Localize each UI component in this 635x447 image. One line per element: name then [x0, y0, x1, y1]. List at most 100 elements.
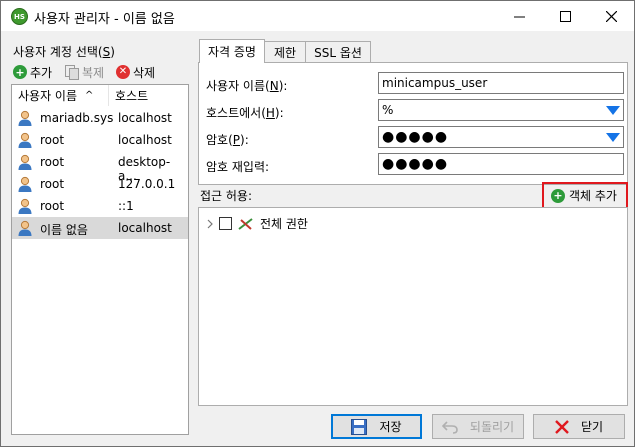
title-bar: HS 사용자 관리자 - 이름 없음	[1, 1, 634, 31]
host-dropdown[interactable]: %	[378, 99, 624, 121]
confirm-password-label: 암호 재입력:	[206, 160, 270, 174]
add-user-button[interactable]: + 추가	[13, 63, 52, 81]
save-button[interactable]: 저장	[331, 414, 422, 439]
minimize-icon	[513, 16, 525, 17]
user-manager-window: HS 사용자 관리자 - 이름 없음 사용자 계정 선택(S) + 추가 복제 …	[0, 0, 635, 447]
password-label-text: 암호(	[206, 133, 233, 147]
user-row[interactable]: mariadb.sys localhost	[12, 107, 188, 129]
password-label-close: ):	[240, 133, 249, 147]
user-list[interactable]: 사용자 이름 ^ 호스트 mariadb.sys localhost root …	[11, 84, 189, 435]
privileges-tree[interactable]: 전체 권한	[198, 207, 628, 406]
expand-chevron-icon[interactable]	[206, 219, 214, 229]
user-row-host: 127.0.0.1	[118, 177, 176, 191]
host-label: 호스트에서(H):	[206, 104, 284, 121]
revert-button[interactable]: 되돌리기	[432, 414, 524, 439]
user-row[interactable]: root 127.0.0.1	[12, 173, 188, 195]
user-row-name: mariadb.sys	[40, 111, 114, 125]
add-icon: +	[551, 188, 565, 203]
copy-user-button[interactable]: 복제	[65, 63, 104, 81]
maximize-icon	[559, 10, 571, 22]
privilege-icon	[238, 217, 253, 230]
user-row-host: localhost	[118, 111, 172, 125]
all-privileges-label: 전체 권한	[260, 217, 308, 231]
app-icon-text: HS	[14, 12, 25, 21]
delete-icon: ✕	[116, 65, 130, 79]
select-user-account-label: 사용자 계정 선택(S)	[13, 43, 115, 60]
user-row-name: 이름 없음	[40, 223, 88, 237]
user-row-host: ::1	[118, 199, 134, 213]
tab-limits-label: 제한	[273, 46, 297, 60]
user-row-selected[interactable]: 이름 없음 localhost	[12, 217, 188, 239]
access-allowed-label: 접근 허용:	[200, 189, 253, 203]
column-header-username[interactable]: 사용자 이름 ^	[12, 85, 109, 106]
close-label: 닫기	[580, 420, 604, 434]
add-icon: +	[13, 65, 27, 79]
window-title: 사용자 관리자 - 이름 없음	[34, 12, 175, 27]
user-row-name: root	[40, 199, 65, 213]
copy-user-label: 복제	[82, 65, 105, 80]
delete-user-button[interactable]: ✕ 삭제	[116, 63, 155, 81]
user-icon	[18, 220, 32, 236]
minimize-button[interactable]	[496, 1, 542, 31]
add-object-label: 객체 추가	[569, 189, 617, 203]
confirm-password-value: ●●●●●	[382, 156, 449, 172]
user-row[interactable]: root localhost	[12, 129, 188, 151]
username-value: minicampus_user	[382, 76, 488, 90]
add-object-button[interactable]: + 객체 추가	[551, 187, 617, 204]
dropdown-arrow-icon	[606, 133, 620, 142]
revert-label: 되돌리기	[469, 420, 515, 434]
user-row-host: localhost	[118, 221, 172, 235]
user-icon	[18, 176, 32, 192]
user-row-host: localhost	[118, 133, 172, 147]
tab-ssl-label: SSL 옵션	[314, 46, 362, 60]
user-row[interactable]: root ::1	[12, 195, 188, 217]
tab-limits[interactable]: 제한	[264, 41, 306, 63]
save-label: 저장	[379, 420, 402, 434]
user-row-name: root	[40, 177, 65, 191]
heidisql-app-icon: HS	[11, 8, 28, 25]
tab-credentials[interactable]: 자격 증명	[199, 39, 265, 63]
username-label-key: N	[269, 79, 279, 93]
tree-node-all-privileges[interactable]: 전체 권한	[206, 215, 308, 232]
user-icon	[18, 132, 32, 148]
copy-icon	[65, 64, 79, 80]
password-label: 암호(P):	[206, 131, 249, 148]
user-row-name: root	[40, 133, 65, 147]
tab-credentials-label: 자격 증명	[208, 45, 256, 59]
privilege-checkbox[interactable]	[219, 217, 232, 230]
column-username-label: 사용자 이름	[18, 89, 78, 103]
password-label-key: P	[232, 133, 241, 147]
password-field[interactable]: ●●●●●	[378, 126, 624, 148]
confirm-password-field[interactable]: ●●●●●	[378, 153, 624, 175]
host-label-text: 호스트에서(	[206, 106, 266, 120]
sort-ascending-icon: ^	[85, 90, 94, 101]
host-label-close: ):	[274, 106, 284, 120]
section-label-text: 사용자 계정 선택(	[13, 45, 103, 59]
host-value: %	[382, 103, 394, 117]
close-x-icon	[555, 419, 569, 434]
username-label: 사용자 이름(N):	[206, 77, 287, 94]
user-icon	[18, 154, 32, 170]
username-field[interactable]: minicampus_user	[378, 72, 624, 94]
credentials-panel: 사용자 이름(N): minicampus_user 호스트에서(H): % 암…	[198, 62, 628, 185]
section-label-end: )	[110, 45, 115, 59]
maximize-button[interactable]	[542, 1, 588, 31]
username-label-text: 사용자 이름(	[206, 79, 270, 93]
close-window-button[interactable]	[588, 1, 634, 31]
close-button[interactable]: 닫기	[533, 414, 625, 439]
column-header-host[interactable]: 호스트	[115, 85, 185, 106]
dropdown-arrow-icon	[606, 106, 620, 115]
save-icon	[351, 418, 368, 435]
undo-icon	[441, 420, 458, 434]
host-label-key: H	[265, 106, 275, 120]
user-row-name: root	[40, 155, 65, 169]
user-row[interactable]: root desktop-a...	[12, 151, 188, 183]
tab-ssl-options[interactable]: SSL 옵션	[305, 41, 371, 63]
delete-user-label: 삭제	[133, 65, 156, 80]
column-host-label: 호스트	[115, 89, 149, 103]
username-label-close: ):	[278, 79, 288, 93]
password-value: ●●●●●	[382, 129, 449, 145]
user-icon	[18, 198, 32, 214]
add-user-label: 추가	[30, 65, 53, 80]
user-icon	[18, 110, 32, 126]
